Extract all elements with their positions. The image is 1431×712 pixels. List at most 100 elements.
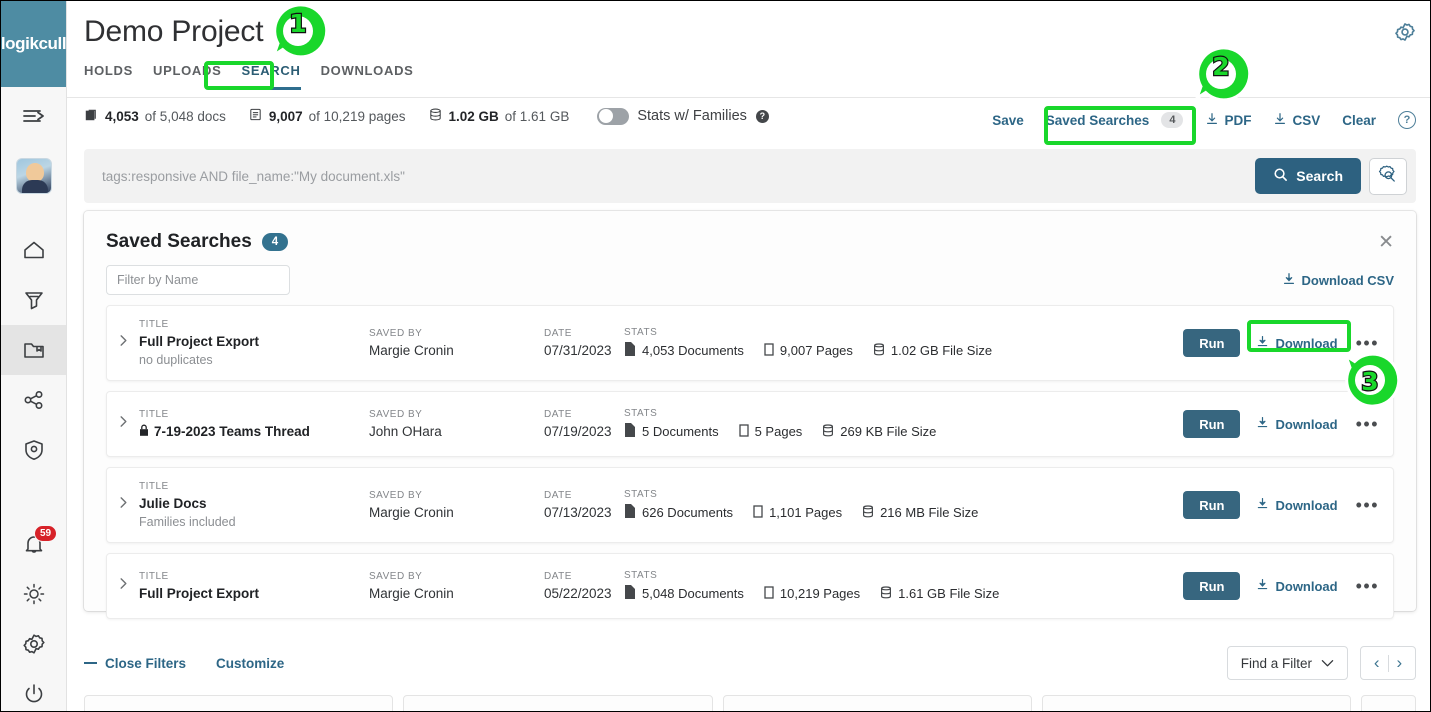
sidebar-item-collapse[interactable] xyxy=(1,87,66,145)
row-download-button[interactable]: Download xyxy=(1256,335,1338,351)
advanced-search-button[interactable] xyxy=(1369,157,1407,195)
sidebar-item-settings[interactable] xyxy=(1,619,66,669)
row-stats: 626 Documents 1,101 Pages 216 MB File Si… xyxy=(624,504,1173,521)
sidebar-item-home[interactable] xyxy=(1,225,66,275)
filter-card[interactable] xyxy=(722,695,1032,711)
customize-button[interactable]: Customize xyxy=(216,656,284,671)
run-button[interactable]: Run xyxy=(1183,491,1241,519)
chevron-right-icon[interactable] xyxy=(117,333,139,353)
row-download-button[interactable]: Download xyxy=(1256,497,1338,513)
app-logo[interactable]: logikcull xyxy=(1,1,67,87)
row-more-button[interactable]: ••• xyxy=(1356,577,1379,595)
pager-prev-button[interactable]: ‹ xyxy=(1374,653,1380,673)
cell-stats: STATS 626 Documents 1,101 Pages 216 MB F… xyxy=(624,489,1173,521)
sidebar-item-avatar[interactable] xyxy=(1,145,66,207)
document-icon xyxy=(624,423,636,440)
row-saved-by: John OHara xyxy=(369,424,442,439)
row-download-button[interactable]: Download xyxy=(1256,416,1338,432)
database-icon xyxy=(873,342,885,359)
cell-stats: STATS 5 Documents 5 Pages 269 KB File Si… xyxy=(624,408,1173,440)
saved-searches-label: Saved Searches xyxy=(1045,112,1150,128)
app-window: logikcull 59 Demo Project HOLDS UPLOADS … xyxy=(0,0,1431,712)
row-title: Full Project Export xyxy=(139,586,260,601)
save-search-link[interactable]: Save xyxy=(992,113,1024,128)
cell-saved-by: SAVED BY John OHara xyxy=(369,409,544,439)
filter-card[interactable] xyxy=(1041,695,1351,711)
sidebar-item-theme[interactable] xyxy=(1,569,66,619)
tab-uploads[interactable]: UPLOADS xyxy=(153,63,221,90)
search-input[interactable]: tags:responsive AND file_name:"My docume… xyxy=(84,169,1255,184)
row-more-button[interactable]: ••• xyxy=(1356,496,1379,514)
export-csv-link[interactable]: CSV xyxy=(1273,112,1320,129)
row-saved-by: Margie Cronin xyxy=(369,343,454,358)
chevron-right-icon[interactable] xyxy=(117,495,139,515)
sidebar-item-admin[interactable] xyxy=(1,425,66,475)
filter-cards-row xyxy=(84,695,1416,711)
cell-saved-by: SAVED BY Margie Cronin xyxy=(369,571,544,601)
sidebar-item-shares[interactable] xyxy=(1,375,66,425)
saved-searches-link[interactable]: Saved Searches 4 xyxy=(1046,112,1184,128)
funnel-icon xyxy=(22,288,46,312)
sidebar-item-logout[interactable] xyxy=(1,669,66,711)
main-content: Demo Project HOLDS UPLOADS SEARCH DOWNLO… xyxy=(67,1,1430,711)
row-title: Full Project Export xyxy=(139,334,260,349)
table-row[interactable]: TITLE Full Project Export no duplicates … xyxy=(106,305,1394,381)
cell-stats: STATS 5,048 Documents 10,219 Pages 1.61 … xyxy=(624,570,1173,602)
clear-search-link[interactable]: Clear xyxy=(1342,113,1376,128)
row-download-button[interactable]: Download xyxy=(1256,578,1338,594)
search-button[interactable]: Search xyxy=(1255,158,1361,194)
download-icon xyxy=(1256,497,1269,513)
row-more-button[interactable]: ••• xyxy=(1356,415,1379,433)
find-a-filter-dropdown[interactable]: Find a Filter xyxy=(1226,646,1348,680)
row-title-wrap: 7-19-2023 Teams Thread xyxy=(139,424,369,440)
table-row[interactable]: TITLE 7-19-2023 Teams Thread SAVED BY Jo… xyxy=(106,391,1394,457)
sidebar-item-legal-hold[interactable] xyxy=(1,275,66,325)
download-csv-label: Download CSV xyxy=(1301,272,1394,288)
stats-families-toggle[interactable] xyxy=(597,107,630,125)
help-icon[interactable]: ? xyxy=(755,109,769,123)
row-more-button[interactable]: ••• xyxy=(1356,334,1379,352)
notification-badge: 59 xyxy=(34,525,58,542)
tab-downloads[interactable]: DOWNLOADS xyxy=(321,63,414,90)
row-date: 05/22/2023 xyxy=(544,586,612,601)
page-icon xyxy=(738,423,749,440)
close-filters-button[interactable]: Close Filters xyxy=(84,656,186,671)
filter-by-name-input[interactable]: Filter by Name xyxy=(106,265,290,295)
folder-icon xyxy=(22,339,46,361)
chevron-right-icon[interactable] xyxy=(117,414,139,434)
run-button[interactable]: Run xyxy=(1183,329,1241,357)
tab-search[interactable]: SEARCH xyxy=(241,63,301,90)
search-button-label: Search xyxy=(1296,168,1343,184)
tab-holds[interactable]: HOLDS xyxy=(84,63,133,90)
run-button[interactable]: Run xyxy=(1183,410,1241,438)
cell-date: DATE 07/31/2023 xyxy=(544,328,624,358)
download-csv-button[interactable]: Download CSV xyxy=(1282,272,1394,289)
close-icon[interactable]: ✕ xyxy=(1378,233,1394,252)
table-row[interactable]: TITLE Full Project Export SAVED BY Margi… xyxy=(106,553,1394,619)
cell-title: TITLE 7-19-2023 Teams Thread xyxy=(139,409,369,440)
gear-icon xyxy=(22,632,46,656)
filter-card[interactable] xyxy=(403,695,713,711)
row-download-label: Download xyxy=(1275,335,1338,351)
run-button[interactable]: Run xyxy=(1183,572,1241,600)
document-icon xyxy=(624,342,636,359)
search-icon xyxy=(1273,167,1288,185)
row-download-label: Download xyxy=(1275,416,1338,432)
chevron-right-icon[interactable] xyxy=(117,576,139,596)
stats-families-label: Stats w/ Families xyxy=(637,108,747,124)
stat-docs-total: of 5,048 docs xyxy=(144,108,226,124)
cell-date: DATE 07/19/2023 xyxy=(544,409,624,439)
avatar[interactable] xyxy=(15,158,52,194)
shield-gear-icon xyxy=(22,438,46,462)
sidebar-item-notifications[interactable]: 59 xyxy=(1,519,66,569)
column-header-date: DATE xyxy=(544,490,572,501)
table-row[interactable]: TITLE Julie Docs Families included SAVED… xyxy=(106,467,1394,543)
export-pdf-link[interactable]: PDF xyxy=(1205,112,1251,129)
filter-card[interactable] xyxy=(84,695,394,711)
project-settings-button[interactable] xyxy=(1394,21,1416,48)
row-subtitle: Families included xyxy=(139,515,236,529)
help-icon[interactable]: ? xyxy=(1398,111,1416,129)
pager-next-button[interactable]: › xyxy=(1397,653,1403,673)
filter-card[interactable] xyxy=(1361,695,1416,711)
sidebar-item-projects[interactable] xyxy=(1,325,66,375)
